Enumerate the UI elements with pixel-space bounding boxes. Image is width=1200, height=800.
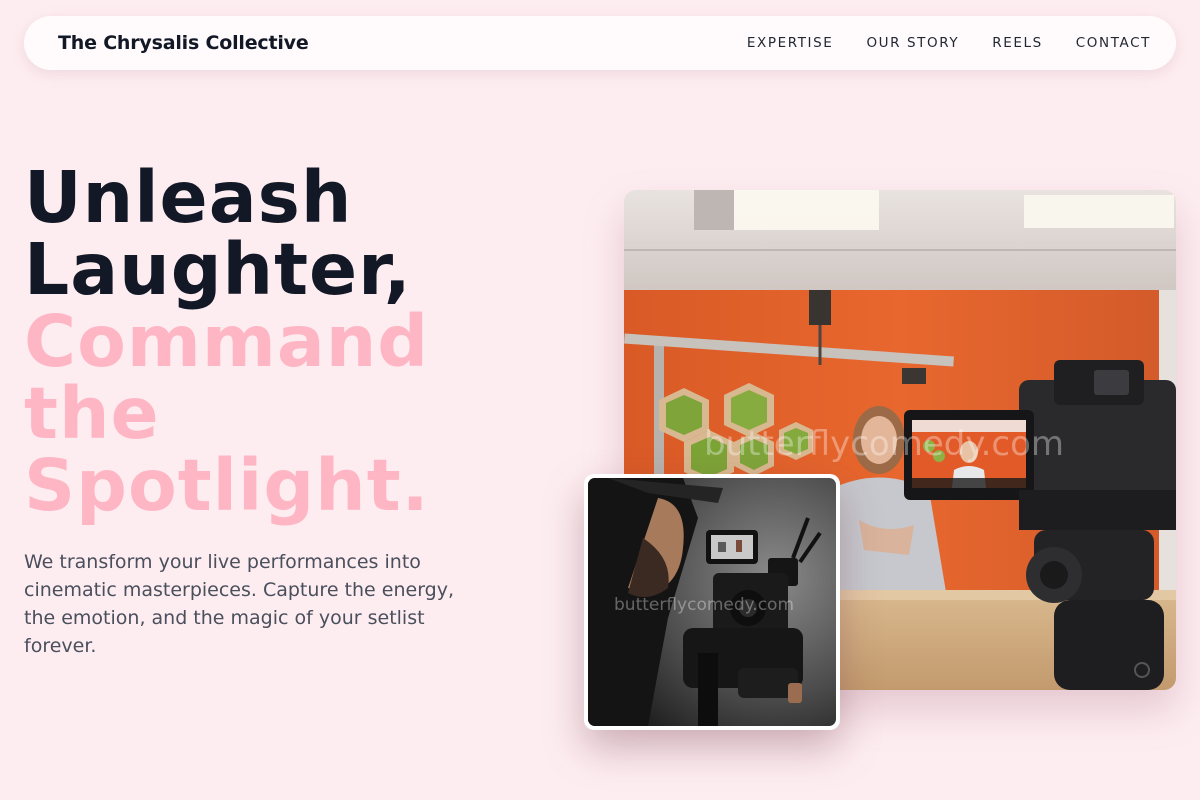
cameraman-photo: butterflycomedy.com bbox=[588, 478, 836, 726]
headline-line-5: Spotlight. bbox=[24, 444, 430, 527]
headline-line-4: the bbox=[24, 372, 160, 455]
hero-subtitle: We transform your live performances into… bbox=[24, 551, 455, 657]
headline-line-2: Laughter, bbox=[24, 228, 412, 311]
top-navbar: The Chrysalis Collective EXPERTISE OUR S… bbox=[24, 16, 1176, 70]
nav-link-reels[interactable]: REELS bbox=[992, 35, 1043, 51]
small-photo-watermark: butterflycomedy.com bbox=[614, 595, 794, 615]
main-photo-watermark: butterflycomedy.com bbox=[704, 424, 1064, 464]
nav-link-contact[interactable]: CONTACT bbox=[1076, 35, 1151, 51]
cameraman-photo-card: butterflycomedy.com bbox=[584, 474, 840, 730]
brand-logo[interactable]: The Chrysalis Collective bbox=[58, 32, 309, 54]
headline-line-3: Command bbox=[24, 300, 430, 383]
nav-link-expertise[interactable]: EXPERTISE bbox=[747, 35, 834, 51]
headline-line-1: Unleash bbox=[24, 156, 353, 239]
nav-link-our-story[interactable]: OUR STORY bbox=[866, 35, 959, 51]
hero-headline: Unleash Laughter, Command the Spotlight. bbox=[24, 162, 544, 522]
nav-links: EXPERTISE OUR STORY REELS CONTACT bbox=[747, 35, 1151, 51]
